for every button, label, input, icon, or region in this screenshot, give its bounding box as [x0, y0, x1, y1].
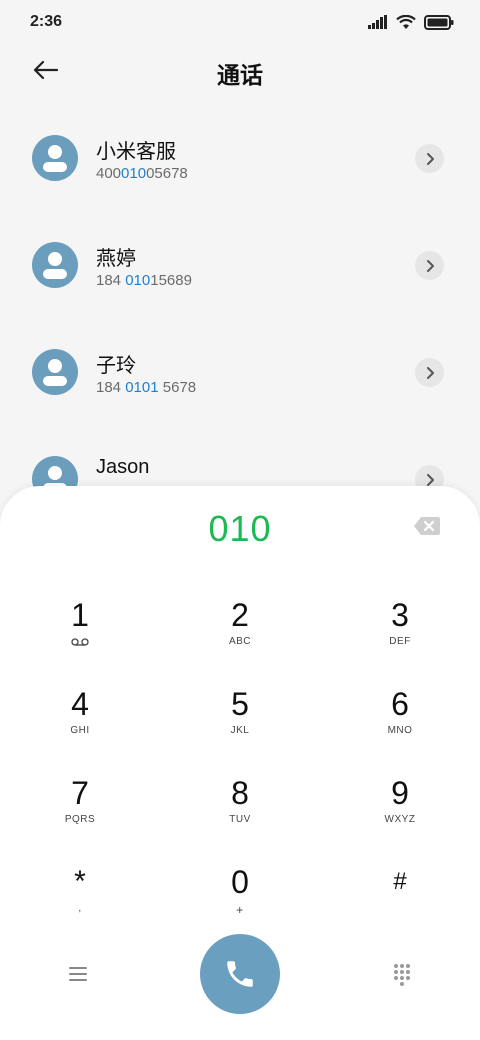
chevron-right-icon	[426, 259, 434, 272]
dial-input[interactable]: 010	[0, 508, 480, 550]
page-title: 通话	[217, 63, 263, 89]
status-bar: 2:36	[0, 0, 480, 44]
chevron-right-icon	[426, 366, 434, 379]
contact-name: 燕婷	[96, 246, 136, 270]
voicemail-icon	[71, 638, 89, 646]
contact-details-button[interactable]	[415, 251, 444, 280]
contact-name: 小米客服	[96, 139, 176, 163]
avatar	[32, 135, 78, 181]
battery-icon	[424, 14, 454, 30]
key-8[interactable]: 8 TUV	[185, 774, 295, 854]
avatar	[32, 349, 78, 395]
contact-number: 184 01015689	[96, 272, 192, 289]
contact-row[interactable]: 子玲 184 0101 5678	[0, 317, 480, 424]
wifi-icon	[396, 14, 416, 29]
dialpad-toggle-button[interactable]	[392, 962, 412, 986]
key-9[interactable]: 9 WXYZ	[345, 774, 455, 854]
key-3[interactable]: 3 DEF	[345, 596, 455, 676]
contact-list: 小米客服 40001005678 燕婷 184 01015689 子玲 184 …	[0, 103, 480, 531]
key-0[interactable]: 0 +	[185, 863, 295, 943]
chevron-right-icon	[426, 473, 434, 486]
header: 通话	[0, 44, 480, 96]
chevron-right-icon	[426, 152, 434, 165]
signal-icon	[368, 15, 387, 29]
status-time: 2:36	[30, 13, 63, 30]
backspace-icon	[414, 517, 440, 535]
key-5[interactable]: 5 JKL	[185, 685, 295, 765]
backspace-button[interactable]	[413, 516, 441, 536]
dialpad-bottom-bar	[0, 934, 480, 1016]
call-button[interactable]	[200, 934, 280, 1014]
contact-number: 184 0101 5678	[96, 379, 197, 396]
phone-icon	[227, 961, 253, 987]
menu-button[interactable]	[66, 963, 90, 985]
key-7[interactable]: 7 PQRS	[25, 774, 135, 854]
key-4[interactable]: 4 GHI	[25, 685, 135, 765]
key-1[interactable]: 1	[25, 596, 135, 676]
dialpad-dots-icon	[394, 964, 410, 986]
dialpad-sheet: 010 1 2 ABC 3 DEF 4 GHI 5 JKL 6 MNO 7 PQ…	[0, 486, 480, 1040]
key-star[interactable]: * ,	[25, 863, 135, 943]
key-2[interactable]: 2 ABC	[185, 596, 295, 676]
contact-number: 40001005678	[96, 165, 188, 182]
contact-name: 子玲	[96, 353, 136, 377]
contact-details-button[interactable]	[415, 358, 444, 387]
status-icons	[368, 14, 454, 30]
avatar	[32, 242, 78, 288]
key-hash[interactable]: #	[345, 863, 455, 943]
menu-icon	[69, 967, 87, 981]
contact-details-button[interactable]	[415, 144, 444, 173]
key-6[interactable]: 6 MNO	[345, 685, 455, 765]
contact-name: Jason	[96, 456, 150, 478]
contact-row[interactable]: 燕婷 184 01015689	[0, 210, 480, 317]
contact-row[interactable]: 小米客服 40001005678	[0, 103, 480, 210]
